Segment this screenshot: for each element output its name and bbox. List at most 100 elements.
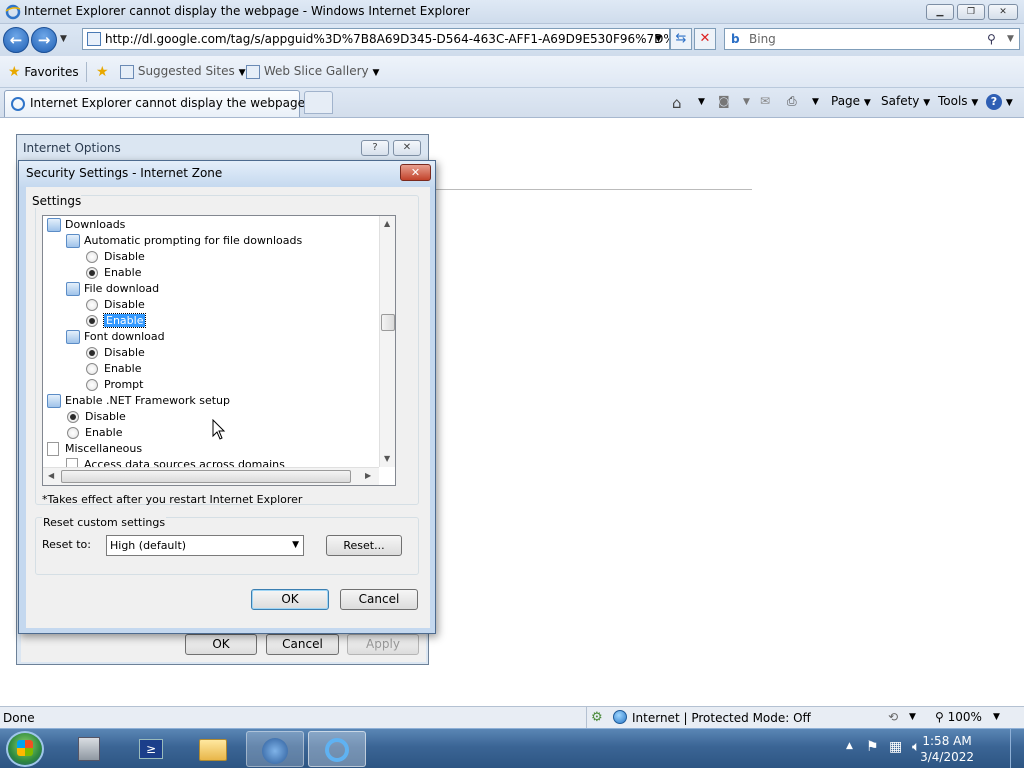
- address-dropdown[interactable]: ▼: [655, 34, 662, 44]
- setting-option[interactable]: Prompt: [86, 377, 143, 393]
- reset-button[interactable]: Reset...: [326, 535, 402, 556]
- vertical-scrollbar[interactable]: ▲ ▼: [379, 216, 395, 467]
- settings-tree[interactable]: Downloads Automatic prompting for file do…: [42, 215, 396, 486]
- io-ok-button[interactable]: OK: [185, 634, 257, 655]
- close-button[interactable]: ✕: [393, 140, 421, 156]
- radio-checked-icon[interactable]: [86, 347, 98, 359]
- add-to-favorites-bar-button[interactable]: ★: [96, 64, 109, 80]
- security-zone-text[interactable]: Internet | Protected Mode: Off: [632, 711, 811, 725]
- setting-option[interactable]: Enable: [67, 425, 122, 441]
- status-text: Done: [3, 711, 35, 725]
- show-desktop-button[interactable]: [1010, 729, 1024, 768]
- maximize-button[interactable]: ❐: [957, 4, 985, 20]
- back-button[interactable]: ←: [3, 27, 29, 53]
- zoom-dropdown[interactable]: ▼: [993, 712, 1000, 722]
- io-cancel-button[interactable]: Cancel: [266, 634, 339, 655]
- network-tray-icon[interactable]: ▦: [889, 739, 902, 755]
- radio-unchecked-icon[interactable]: [86, 363, 98, 375]
- radio-unchecked-icon[interactable]: [86, 299, 98, 311]
- home-button[interactable]: ⌂: [672, 94, 682, 112]
- taskbar-powershell[interactable]: ≥: [122, 731, 180, 767]
- radio-checked-icon[interactable]: [67, 411, 79, 423]
- scroll-right-arrow-icon[interactable]: ▶: [365, 471, 371, 480]
- page-menu-label: Page: [831, 94, 861, 108]
- action-center-flag-icon[interactable]: ⚑: [866, 739, 879, 755]
- horizontal-scroll-thumb[interactable]: [61, 470, 351, 483]
- radio-unchecked-icon[interactable]: [86, 379, 98, 391]
- scroll-left-arrow-icon[interactable]: ◀: [48, 471, 54, 480]
- io-apply-button[interactable]: Apply: [347, 634, 419, 655]
- radio-unchecked-icon[interactable]: [86, 251, 98, 263]
- chevron-down-icon[interactable]: ▼: [909, 712, 916, 722]
- popup-blocker-icon[interactable]: ⟲: [888, 710, 898, 724]
- feeds-dropdown[interactable]: ▼: [743, 97, 750, 107]
- stop-button[interactable]: ✕: [694, 28, 716, 50]
- taskbar: ≥ ▲ ⚑ ▦ 🔈︎ 1:58 AM 3/4/2022: [0, 728, 1024, 768]
- setting-label: Miscellaneous: [65, 442, 143, 455]
- safety-menu[interactable]: Safety ▼: [881, 94, 930, 108]
- ok-button[interactable]: OK: [251, 589, 329, 610]
- search-icon[interactable]: ⚲: [987, 29, 996, 49]
- cancel-button[interactable]: Cancel: [340, 589, 418, 610]
- setting-option[interactable]: Enable: [86, 313, 147, 329]
- ie-logo-icon: [5, 4, 21, 20]
- tab-active[interactable]: Internet Explorer cannot display the web…: [4, 90, 305, 117]
- web-slice-gallery-link[interactable]: Web Slice Gallery ▼: [246, 64, 379, 79]
- horizontal-scrollbar[interactable]: ◀ ▶: [43, 467, 379, 485]
- minimize-button[interactable]: ▁: [926, 4, 954, 20]
- clock[interactable]: 1:58 AM 3/4/2022: [920, 733, 974, 765]
- radio-checked-icon[interactable]: [86, 267, 98, 279]
- tools-menu[interactable]: Tools ▼: [938, 94, 978, 108]
- mail-icon: ✉: [760, 94, 771, 108]
- close-window-button[interactable]: ✕: [988, 4, 1018, 20]
- address-input[interactable]: http://dl.google.com/tag/s/appguid%3D%7B…: [82, 28, 670, 50]
- help-menu[interactable]: ? ▼: [986, 94, 1013, 110]
- recent-pages-dropdown[interactable]: ▼: [60, 34, 67, 44]
- add-ons-status-icon[interactable]: ⚙: [591, 710, 603, 725]
- taskbar-internet-explorer[interactable]: [308, 731, 366, 767]
- taskbar-explorer[interactable]: [184, 731, 242, 767]
- search-input[interactable]: b Bing ⚲ ▼: [724, 28, 1020, 50]
- suggested-sites-link[interactable]: Suggested Sites ▼: [120, 64, 245, 79]
- show-hidden-icons-arrow-icon[interactable]: ▲: [846, 741, 853, 751]
- setting-option[interactable]: Disable: [86, 345, 145, 361]
- chevron-down-icon: ▼: [292, 540, 299, 550]
- forward-button[interactable]: →: [31, 27, 57, 53]
- zoom-control[interactable]: ⚲ 100%: [935, 710, 982, 724]
- print-dropdown[interactable]: ▼: [812, 97, 819, 107]
- setting-category-icon: [47, 394, 61, 408]
- radio-checked-icon[interactable]: [86, 315, 98, 327]
- radio-unchecked-icon[interactable]: [67, 427, 79, 439]
- setting-option[interactable]: Disable: [86, 297, 145, 313]
- home-dropdown[interactable]: ▼: [698, 97, 705, 107]
- vertical-scroll-thumb[interactable]: [381, 314, 395, 331]
- scroll-down-arrow-icon[interactable]: ▼: [384, 454, 390, 463]
- dialog-close-button[interactable]: ✕: [400, 164, 431, 181]
- setting-option[interactable]: Disable: [67, 409, 126, 425]
- scroll-up-arrow-icon[interactable]: ▲: [384, 219, 390, 228]
- internet-explorer-icon: [325, 738, 349, 762]
- start-button[interactable]: [6, 731, 44, 767]
- new-tab-button[interactable]: [304, 91, 333, 114]
- help-button[interactable]: ?: [361, 140, 389, 156]
- print-button[interactable]: ⎙: [787, 94, 797, 109]
- window-titlebar: Internet Explorer cannot display the web…: [0, 0, 1024, 24]
- feeds-button[interactable]: ◙: [718, 94, 730, 108]
- taskbar-network-app[interactable]: [246, 731, 304, 767]
- setting-option[interactable]: Disable: [86, 249, 145, 265]
- favorites-button[interactable]: ★ Favorites: [8, 64, 79, 80]
- tools-menu-label: Tools: [938, 94, 968, 108]
- clock-date: 3/4/2022: [920, 750, 974, 764]
- compatibility-refresh-button[interactable]: ⇆: [670, 28, 692, 50]
- page-menu[interactable]: Page ▼: [831, 94, 871, 108]
- chevron-down-icon: ▼: [372, 68, 380, 78]
- setting-option[interactable]: Enable: [86, 361, 141, 377]
- setting-option[interactable]: Enable: [86, 265, 141, 281]
- search-options-dropdown[interactable]: ▼: [1007, 29, 1014, 49]
- taskbar-server-manager[interactable]: [60, 731, 118, 767]
- dialog-titlebar: Security Settings - Internet Zone ✕: [19, 161, 435, 187]
- reset-to-select[interactable]: High (default) ▼: [106, 535, 304, 556]
- settings-label: Settings: [32, 194, 82, 208]
- setting-label: Downloads: [65, 218, 126, 231]
- read-mail-button[interactable]: ✉: [760, 94, 770, 108]
